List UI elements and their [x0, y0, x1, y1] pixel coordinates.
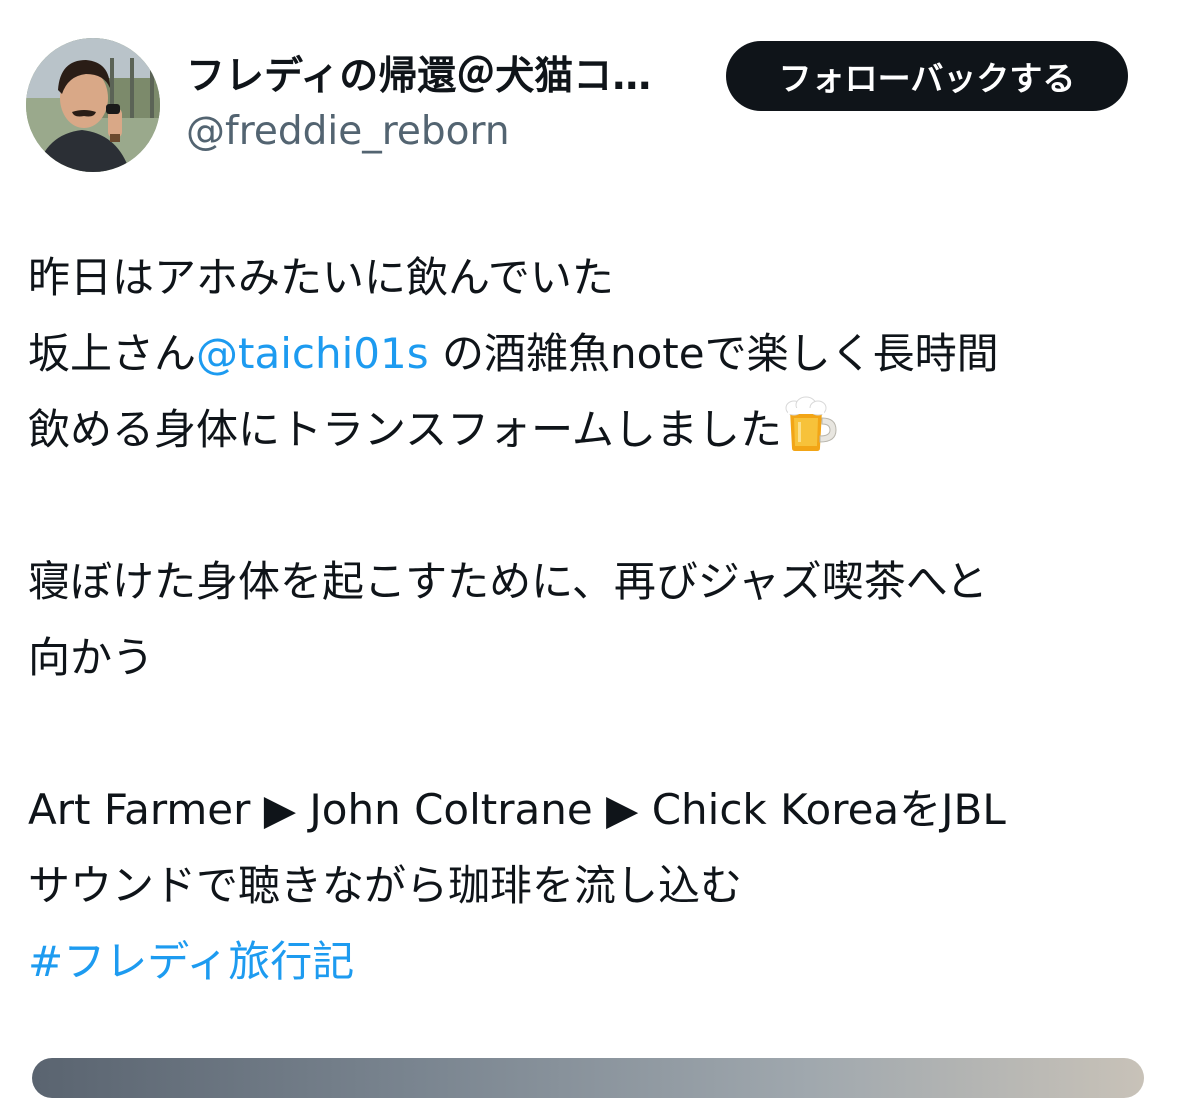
- user-handle[interactable]: @freddie_reborn: [186, 108, 510, 156]
- user-avatar-icon[interactable]: [26, 38, 160, 172]
- hashtag-link[interactable]: #フレディ旅行記: [28, 924, 1153, 1000]
- tweet-line: 寝ぼけた身体を起こすために、再びジャズ喫茶へと: [28, 557, 988, 606]
- tweet-line: 昨日はアホみたいに飲んでいた: [28, 253, 614, 302]
- tweet-text-segment: の酒雑魚noteで楽しく長時間: [428, 329, 999, 378]
- tweet-line: 坂上さん@taichi01s の酒雑魚noteで楽しく長時間: [28, 316, 1153, 392]
- mention-link[interactable]: @taichi01s: [196, 329, 429, 378]
- tweet-text-segment: 坂上さん: [28, 329, 197, 378]
- tweet-line: 飲める身体にトランスフォームしました: [28, 392, 1153, 468]
- tweet-text: 昨日はアホみたいに飲んでいた 坂上さん@taichi01s の酒雑魚noteで楽…: [28, 240, 1153, 1000]
- tweet-line: Art Farmer ▶ John Coltrane ▶ Chick Korea…: [28, 785, 1006, 834]
- follow-back-button[interactable]: フォローバックする: [726, 41, 1128, 111]
- tweet-text-segment: 飲める身体にトランスフォームしました: [28, 405, 782, 454]
- beer-mug-icon: [782, 396, 840, 452]
- tweet-header: フレディの帰還＠犬猫コ… @freddie_reborn フォローバックする: [0, 0, 1179, 200]
- display-name[interactable]: フレディの帰還＠犬猫コ…: [186, 52, 706, 102]
- tweet-line: 向かう: [28, 633, 155, 682]
- tweet-media-image[interactable]: [32, 1058, 1144, 1098]
- tweet-line: サウンドで聴きながら珈琲を流し込む: [28, 861, 743, 910]
